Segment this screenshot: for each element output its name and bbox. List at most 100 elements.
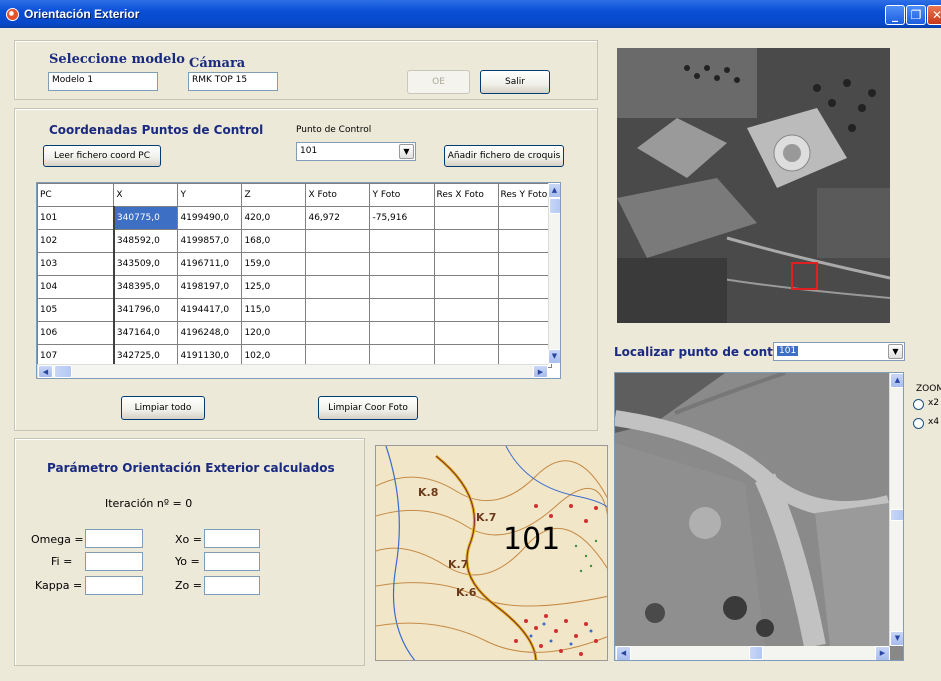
table-cell[interactable]: 46,972 — [305, 206, 371, 230]
xo-field[interactable] — [204, 529, 260, 548]
zoom-x4-radio[interactable] — [913, 418, 924, 429]
col-header-x-foto[interactable]: X Foto — [305, 183, 371, 207]
table-cell[interactable] — [369, 275, 435, 299]
yo-field[interactable] — [204, 552, 260, 571]
table-cell[interactable]: 348395,0 — [113, 275, 179, 299]
table-cell[interactable]: 420,0 — [241, 206, 307, 230]
table-cell[interactable]: -75,916 — [369, 206, 435, 230]
table-cell[interactable]: 4194417,0 — [177, 298, 243, 322]
table-cell[interactable] — [433, 321, 499, 345]
table-cell[interactable]: 341796,0 — [113, 298, 179, 322]
row-header-cell[interactable]: 104 — [37, 275, 115, 299]
table-cell[interactable] — [305, 321, 371, 345]
table-cell[interactable] — [369, 298, 435, 322]
table-cell[interactable] — [433, 252, 499, 276]
table-cell[interactable] — [433, 298, 499, 322]
table-cell[interactable]: 343509,0 — [113, 252, 179, 276]
scroll-up-icon[interactable]: ▲ — [890, 373, 903, 388]
col-header-res-x-foto[interactable]: Res X Foto — [433, 183, 499, 207]
scroll-right-icon[interactable]: ▶ — [533, 365, 548, 378]
camera-field[interactable]: RMK TOP 15 — [188, 72, 278, 91]
table-cell[interactable]: 340775,0 — [113, 206, 179, 230]
table-cell[interactable]: 168,0 — [241, 229, 307, 253]
table-row[interactable]: 106 347164,0 4196248,0 120,0 — [37, 321, 553, 345]
scroll-left-icon[interactable]: ◀ — [38, 365, 53, 378]
table-cell[interactable] — [497, 206, 553, 230]
table-cell[interactable]: 4196711,0 — [177, 252, 243, 276]
hscroll-thumb[interactable] — [54, 365, 72, 378]
kappa-field[interactable] — [85, 576, 143, 595]
table-cell[interactable] — [305, 275, 371, 299]
add-sketch-button[interactable]: Añadir fichero de croquis — [444, 145, 564, 167]
col-header-pc[interactable]: PC — [37, 183, 115, 207]
minimize-button[interactable]: _ — [885, 5, 905, 25]
zoom-hscroll-thumb[interactable] — [749, 646, 763, 660]
table-cell[interactable]: 4199857,0 — [177, 229, 243, 253]
model-field[interactable]: Modelo 1 — [48, 72, 158, 91]
table-row[interactable]: 101 340775,0 4199490,0 420,0 46,972 -75,916 — [37, 206, 553, 230]
table-row[interactable]: 104 348395,0 4198197,0 125,0 — [37, 275, 553, 299]
scroll-down-icon[interactable]: ▼ — [548, 349, 560, 364]
topographic-map[interactable]: K.8 K.7 K.7 K.6 101 — [375, 445, 608, 661]
omega-field[interactable] — [85, 529, 143, 548]
table-cell[interactable] — [305, 298, 371, 322]
table-cell[interactable]: 4196248,0 — [177, 321, 243, 345]
table-cell[interactable] — [497, 252, 553, 276]
table-cell[interactable] — [305, 252, 371, 276]
scroll-down-icon[interactable]: ▼ — [890, 631, 903, 646]
table-cell[interactable]: 4198197,0 — [177, 275, 243, 299]
row-header-cell[interactable]: 101 — [37, 206, 115, 230]
close-button[interactable]: ✕ — [927, 5, 941, 25]
control-point-select[interactable]: 101 ▼ — [296, 142, 416, 161]
table-cell[interactable]: 120,0 — [241, 321, 307, 345]
col-header-y[interactable]: Y — [177, 183, 243, 207]
selection-rectangle[interactable] — [791, 262, 818, 290]
table-cell[interactable] — [433, 206, 499, 230]
zoom-horizontal-scrollbar[interactable]: ◀ ▶ — [615, 646, 890, 660]
zoom-x2-radio[interactable] — [913, 399, 924, 410]
table-cell[interactable] — [305, 229, 371, 253]
table-row[interactable]: 105 341796,0 4194417,0 115,0 — [37, 298, 553, 322]
locate-point-select[interactable]: 101 ▼ — [773, 342, 905, 361]
chevron-down-icon[interactable]: ▼ — [399, 144, 414, 159]
col-header-x[interactable]: X — [113, 183, 179, 207]
table-cell[interactable] — [433, 275, 499, 299]
grid-vertical-scrollbar[interactable]: ▲ ▼ — [548, 183, 560, 364]
table-row[interactable]: 103 343509,0 4196711,0 159,0 — [37, 252, 553, 276]
table-cell[interactable]: 125,0 — [241, 275, 307, 299]
chevron-down-icon[interactable]: ▼ — [888, 344, 903, 359]
table-cell[interactable] — [433, 229, 499, 253]
scroll-thumb[interactable] — [549, 198, 560, 214]
table-cell[interactable] — [369, 229, 435, 253]
scroll-left-icon[interactable]: ◀ — [616, 646, 631, 660]
table-cell[interactable] — [497, 275, 553, 299]
clear-all-button[interactable]: Limpiar todo — [121, 396, 205, 420]
col-header-y-foto[interactable]: Y Foto — [369, 183, 435, 207]
row-header-cell[interactable]: 102 — [37, 229, 115, 253]
grid-horizontal-scrollbar[interactable]: ◀ ▶ — [37, 364, 548, 378]
col-header-res-y-foto[interactable]: Res Y Foto — [497, 183, 553, 207]
restore-button[interactable]: ❐ — [906, 5, 926, 25]
oe-button[interactable]: OE — [407, 70, 470, 94]
table-cell[interactable]: 115,0 — [241, 298, 307, 322]
table-cell[interactable] — [369, 252, 435, 276]
zoom-vertical-scrollbar[interactable]: ▲ ▼ — [889, 373, 903, 646]
zo-field[interactable] — [204, 576, 260, 595]
clear-photo-coords-button[interactable]: Limpiar Coor Foto — [318, 396, 418, 420]
row-header-cell[interactable]: 105 — [37, 298, 115, 322]
salir-button[interactable]: Salir — [480, 70, 550, 94]
table-cell[interactable]: 347164,0 — [113, 321, 179, 345]
table-cell[interactable] — [497, 298, 553, 322]
row-header-cell[interactable]: 106 — [37, 321, 115, 345]
table-cell[interactable]: 4199490,0 — [177, 206, 243, 230]
col-header-z[interactable]: Z — [241, 183, 307, 207]
table-cell[interactable]: 348592,0 — [113, 229, 179, 253]
fi-field[interactable] — [85, 552, 143, 571]
table-row[interactable]: 102 348592,0 4199857,0 168,0 — [37, 229, 553, 253]
table-cell[interactable] — [369, 321, 435, 345]
table-cell[interactable]: 159,0 — [241, 252, 307, 276]
scroll-right-icon[interactable]: ▶ — [875, 646, 890, 660]
aerial-photo-overview[interactable] — [617, 48, 890, 323]
table-cell[interactable] — [497, 321, 553, 345]
row-header-cell[interactable]: 103 — [37, 252, 115, 276]
